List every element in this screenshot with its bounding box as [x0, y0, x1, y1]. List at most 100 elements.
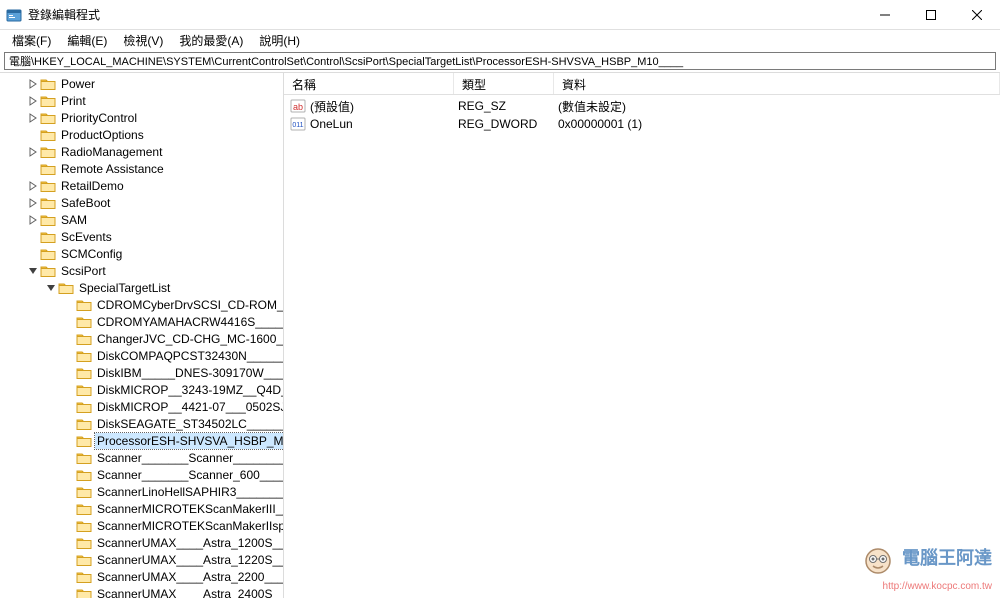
tree-item[interactable]: Remote Assistance — [4, 160, 283, 177]
address-input[interactable] — [4, 52, 996, 70]
dword-value-icon: 011 — [290, 116, 306, 132]
menu-edit[interactable]: 編輯(E) — [59, 30, 115, 51]
tree-item-label[interactable]: ScannerLinoHellSAPHIR3_______ — [95, 484, 284, 500]
expand-icon[interactable] — [26, 196, 40, 210]
app-icon — [6, 7, 22, 23]
expand-icon[interactable] — [26, 145, 40, 159]
tree-item-label[interactable]: Scanner_______Scanner________ — [95, 450, 284, 466]
menu-favorites[interactable]: 我的最愛(A) — [171, 30, 251, 51]
tree-item-label[interactable]: CDROMYAMAHACRW4416S________ — [95, 314, 284, 330]
tree-item[interactable]: ScannerUMAX____Astra_2400S____ — [4, 585, 283, 598]
maximize-button[interactable] — [908, 0, 954, 29]
tree-item-label[interactable]: CDROMCyberDrvSCSI_CD-ROM_120S — [95, 297, 284, 313]
tree-item[interactable]: DiskMICROP__4421-07___0502SJ — [4, 398, 283, 415]
titlebar: 登錄編輯程式 — [0, 0, 1000, 30]
tree-item-label[interactable]: ProductOptions — [59, 127, 146, 143]
folder-icon — [40, 77, 56, 91]
tree-item[interactable]: PriorityControl — [4, 109, 283, 126]
value-row[interactable]: ab(預設值)REG_SZ(數值未設定) — [284, 97, 1000, 115]
window-controls — [862, 0, 1000, 29]
menu-help[interactable]: 說明(H) — [251, 30, 308, 51]
value-row[interactable]: 011OneLunREG_DWORD0x00000001 (1) — [284, 115, 1000, 133]
tree-item-label[interactable]: DiskMICROP__4421-07___0502SJ — [95, 399, 284, 415]
tree-item-label[interactable]: ScannerUMAX____Astra_1200S____ — [95, 535, 284, 551]
tree-item[interactable]: DiskIBM_____DNES-309170W____ — [4, 364, 283, 381]
folder-icon — [76, 587, 92, 598]
folder-icon — [76, 468, 92, 482]
expand-icon[interactable] — [26, 213, 40, 227]
column-name[interactable]: 名稱 — [284, 73, 454, 94]
value-name: (預設值) — [310, 98, 458, 115]
tree-item[interactable]: ScannerUMAX____Astra_1200S____ — [4, 534, 283, 551]
tree-item-label[interactable]: ProcessorESH-SHVSVA_HSBP_M10____ — [95, 433, 284, 449]
tree-item-label[interactable]: ScannerUMAX____Astra_1220S____ — [95, 552, 284, 568]
menu-view[interactable]: 檢視(V) — [115, 30, 171, 51]
tree-item[interactable]: ChangerJVC_CD-CHG_MC-1600____ — [4, 330, 283, 347]
list-body[interactable]: ab(預設值)REG_SZ(數值未設定)011OneLunREG_DWORD0x… — [284, 95, 1000, 135]
tree-item-label[interactable]: Power — [59, 76, 97, 92]
tree-item-label[interactable]: DiskCOMPAQPCST32430N______ — [95, 348, 284, 364]
tree-item-label[interactable]: ScEvents — [59, 229, 114, 245]
value-type: REG_DWORD — [458, 117, 558, 131]
expand-icon[interactable] — [26, 111, 40, 125]
tree-item[interactable]: SpecialTargetList — [4, 279, 283, 296]
tree-item[interactable]: SCMConfig — [4, 245, 283, 262]
folder-icon — [40, 264, 56, 278]
tree-item-label[interactable]: DiskSEAGATE_ST34502LC_______ — [95, 416, 284, 432]
tree-item-label[interactable]: DiskMICROP__3243-19MZ__Q4D__ — [95, 382, 284, 398]
tree-item[interactable]: ProductOptions — [4, 126, 283, 143]
tree-item-label[interactable]: ScannerUMAX____Astra_2200_____ — [95, 569, 284, 585]
folder-icon — [40, 162, 56, 176]
tree-item[interactable]: DiskSEAGATE_ST34502LC_______ — [4, 415, 283, 432]
tree-item[interactable]: Print — [4, 92, 283, 109]
tree-item-label[interactable]: RetailDemo — [59, 178, 126, 194]
tree-item[interactable]: ScannerLinoHellSAPHIR3_______ — [4, 483, 283, 500]
tree-item-label[interactable]: SCMConfig — [59, 246, 124, 262]
tree-item-label[interactable]: ScannerUMAX____Astra_2400S____ — [95, 586, 284, 598]
tree-item[interactable]: SAM — [4, 211, 283, 228]
tree-item[interactable]: SafeBoot — [4, 194, 283, 211]
tree-item[interactable]: DiskCOMPAQPCST32430N______ — [4, 347, 283, 364]
tree-item-label[interactable]: Remote Assistance — [59, 161, 166, 177]
tree-item-label[interactable]: Print — [59, 93, 88, 109]
tree-item[interactable]: CDROMYAMAHACRW4416S________ — [4, 313, 283, 330]
column-data[interactable]: 資料 — [554, 73, 1000, 94]
tree-item-label[interactable]: ScannerMICROTEKScanMakerIIsp__ — [95, 518, 284, 534]
tree-item[interactable]: ScannerMICROTEKScanMakerIIsp__ — [4, 517, 283, 534]
tree-item-label[interactable]: PriorityControl — [59, 110, 139, 126]
tree-item-label[interactable]: ScsiPort — [59, 263, 108, 279]
tree-item-label[interactable]: RadioManagement — [59, 144, 164, 160]
tree-item[interactable]: Power — [4, 75, 283, 92]
tree-item[interactable]: DiskMICROP__3243-19MZ__Q4D__ — [4, 381, 283, 398]
collapse-icon[interactable] — [44, 281, 58, 295]
close-button[interactable] — [954, 0, 1000, 29]
tree-item-label[interactable]: ChangerJVC_CD-CHG_MC-1600____ — [95, 331, 284, 347]
tree-item[interactable]: RetailDemo — [4, 177, 283, 194]
column-type[interactable]: 類型 — [454, 73, 554, 94]
addressbar — [0, 50, 1000, 72]
collapse-icon[interactable] — [26, 264, 40, 278]
expand-icon[interactable] — [26, 179, 40, 193]
expand-icon[interactable] — [26, 94, 40, 108]
tree-item-label[interactable]: ScannerMICROTEKScanMakerIII___ — [95, 501, 284, 517]
tree-item[interactable]: ProcessorESH-SHVSVA_HSBP_M10____ — [4, 432, 283, 449]
tree-item[interactable]: CDROMCyberDrvSCSI_CD-ROM_120S — [4, 296, 283, 313]
menu-file[interactable]: 檔案(F) — [4, 30, 59, 51]
tree-pane[interactable]: PowerPrintPriorityControlProductOptionsR… — [0, 73, 284, 598]
tree-item[interactable]: RadioManagement — [4, 143, 283, 160]
tree-item-label[interactable]: SpecialTargetList — [77, 280, 172, 296]
tree-item[interactable]: Scanner_______Scanner________ — [4, 449, 283, 466]
tree-item[interactable]: ScannerUMAX____Astra_2200_____ — [4, 568, 283, 585]
tree-item-label[interactable]: SAM — [59, 212, 89, 228]
expand-icon[interactable] — [26, 77, 40, 91]
tree-item-label[interactable]: DiskIBM_____DNES-309170W____ — [95, 365, 284, 381]
tree-item[interactable]: ScsiPort — [4, 262, 283, 279]
minimize-button[interactable] — [862, 0, 908, 29]
tree-item-label[interactable]: Scanner_______Scanner_600____ — [95, 467, 284, 483]
tree-item-label[interactable]: SafeBoot — [59, 195, 112, 211]
list-header: 名稱 類型 資料 — [284, 73, 1000, 95]
tree-item[interactable]: ScannerUMAX____Astra_1220S____ — [4, 551, 283, 568]
tree-item[interactable]: Scanner_______Scanner_600____ — [4, 466, 283, 483]
tree-item[interactable]: ScannerMICROTEKScanMakerIII___ — [4, 500, 283, 517]
tree-item[interactable]: ScEvents — [4, 228, 283, 245]
